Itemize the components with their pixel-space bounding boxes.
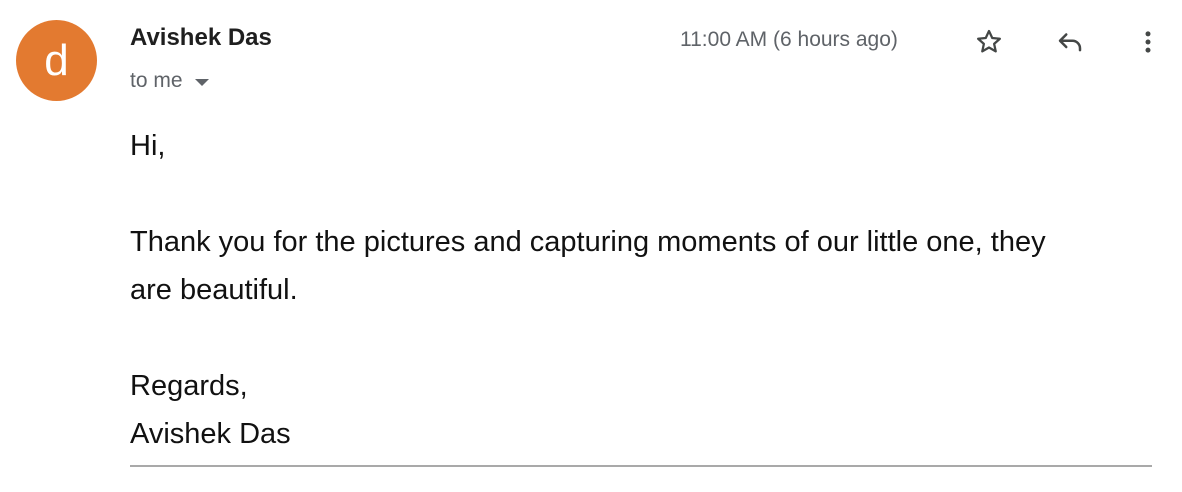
signature-divider <box>130 465 1152 467</box>
sender-avatar[interactable]: d <box>16 20 97 101</box>
sender-name[interactable]: Avishek Das <box>130 24 272 52</box>
message-signoff: Regards, <box>130 370 248 402</box>
message-signature: Avishek Das <box>130 418 291 450</box>
star-icon <box>977 29 1001 53</box>
message-greeting: Hi, <box>130 130 166 162</box>
recipient-label: to me <box>130 69 183 92</box>
caret-down-icon <box>194 78 209 86</box>
more-options-button[interactable] <box>1130 24 1166 60</box>
star-button[interactable] <box>971 24 1007 60</box>
more-vertical-icon <box>1145 31 1151 53</box>
recipient-details-toggle[interactable]: to me <box>130 68 209 94</box>
message-body-line: Thank you for the pictures and capturing… <box>130 226 1046 258</box>
message-body-line: are beautiful. <box>130 274 298 306</box>
message-timestamp: 11:00 AM (6 hours ago) <box>680 28 898 51</box>
reply-icon <box>1058 33 1082 52</box>
message-body: Hi, Thank you for the pictures and captu… <box>130 122 1160 458</box>
reply-button[interactable] <box>1052 24 1088 60</box>
